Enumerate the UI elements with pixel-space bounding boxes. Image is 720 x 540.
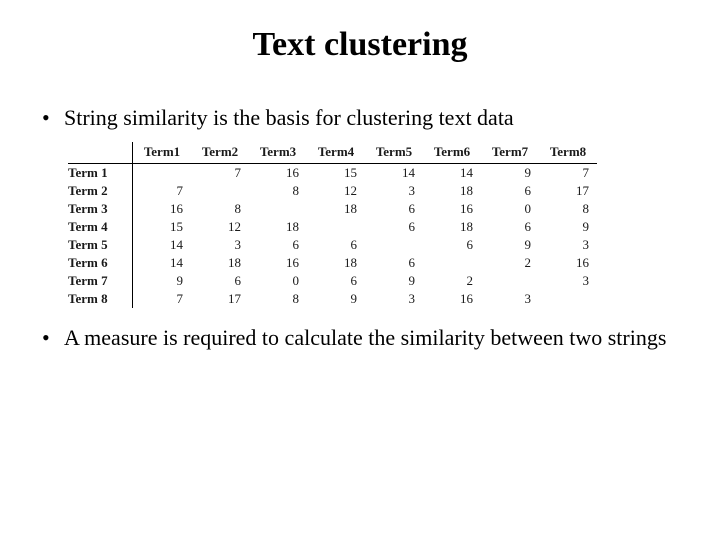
cell: 18 — [249, 218, 307, 236]
table-row: Term 4 15 12 18 6 18 6 9 — [68, 218, 597, 236]
cell — [307, 218, 365, 236]
table-row: Term 8 7 17 8 9 3 16 3 — [68, 290, 597, 308]
table-row: Term 1 7 16 15 14 14 9 7 — [68, 163, 597, 182]
col-header: Term4 — [307, 142, 365, 164]
col-header: Term2 — [191, 142, 249, 164]
cell: 12 — [191, 218, 249, 236]
cell: 16 — [423, 200, 481, 218]
row-header: Term 6 — [68, 254, 133, 272]
slide-title: Text clustering — [40, 26, 680, 64]
table-row: Term 5 14 3 6 6 6 9 3 — [68, 236, 597, 254]
cell — [423, 254, 481, 272]
row-header: Term 2 — [68, 182, 133, 200]
cell: 6 — [365, 254, 423, 272]
col-header: Term8 — [539, 142, 597, 164]
col-header: Term6 — [423, 142, 481, 164]
cell — [133, 163, 192, 182]
cell: 16 — [133, 200, 192, 218]
cell: 3 — [539, 236, 597, 254]
cell: 18 — [423, 218, 481, 236]
cell: 14 — [365, 163, 423, 182]
cell — [481, 272, 539, 290]
col-header: Term7 — [481, 142, 539, 164]
cell: 9 — [481, 163, 539, 182]
cell: 14 — [133, 254, 192, 272]
col-header: Term5 — [365, 142, 423, 164]
cell: 3 — [191, 236, 249, 254]
cell: 12 — [307, 182, 365, 200]
bullet-2: A measure is required to calculate the s… — [40, 324, 680, 352]
cell: 2 — [481, 254, 539, 272]
cell: 8 — [249, 182, 307, 200]
row-header: Term 5 — [68, 236, 133, 254]
cell: 3 — [365, 290, 423, 308]
cell: 15 — [307, 163, 365, 182]
cell: 16 — [423, 290, 481, 308]
cell: 16 — [249, 163, 307, 182]
table-row: Term 7 9 6 0 6 9 2 3 — [68, 272, 597, 290]
cell: 17 — [191, 290, 249, 308]
cell: 9 — [133, 272, 192, 290]
cell: 9 — [539, 218, 597, 236]
cell — [249, 200, 307, 218]
cell: 6 — [481, 182, 539, 200]
cell: 16 — [539, 254, 597, 272]
bullet-1: String similarity is the basis for clust… — [40, 104, 680, 132]
col-header: Term1 — [133, 142, 192, 164]
cell: 6 — [365, 218, 423, 236]
cell: 6 — [365, 200, 423, 218]
row-header: Term 7 — [68, 272, 133, 290]
cell: 14 — [133, 236, 192, 254]
cell — [539, 290, 597, 308]
cell: 6 — [249, 236, 307, 254]
cell: 0 — [481, 200, 539, 218]
cell: 6 — [423, 236, 481, 254]
row-header: Term 4 — [68, 218, 133, 236]
cell: 7 — [133, 290, 192, 308]
table-row: Term 3 16 8 18 6 16 0 8 — [68, 200, 597, 218]
cell: 18 — [307, 200, 365, 218]
col-header: Term3 — [249, 142, 307, 164]
row-header: Term 8 — [68, 290, 133, 308]
cell — [191, 182, 249, 200]
cell: 3 — [365, 182, 423, 200]
cell: 0 — [249, 272, 307, 290]
cell: 2 — [423, 272, 481, 290]
cell: 9 — [365, 272, 423, 290]
row-header: Term 1 — [68, 163, 133, 182]
cell: 8 — [249, 290, 307, 308]
cell: 3 — [539, 272, 597, 290]
cell: 14 — [423, 163, 481, 182]
cell — [365, 236, 423, 254]
cell: 3 — [481, 290, 539, 308]
cell: 9 — [481, 236, 539, 254]
cell: 18 — [307, 254, 365, 272]
table-row: Term 6 14 18 16 18 6 2 16 — [68, 254, 597, 272]
cell: 16 — [249, 254, 307, 272]
cell: 6 — [307, 236, 365, 254]
cell: 7 — [539, 163, 597, 182]
cell: 7 — [191, 163, 249, 182]
cell: 9 — [307, 290, 365, 308]
cell: 8 — [191, 200, 249, 218]
cell: 18 — [423, 182, 481, 200]
cell: 7 — [133, 182, 192, 200]
cell: 15 — [133, 218, 192, 236]
table-corner — [68, 142, 133, 164]
row-header: Term 3 — [68, 200, 133, 218]
cell: 6 — [191, 272, 249, 290]
table-row: Term 2 7 8 12 3 18 6 17 — [68, 182, 597, 200]
cell: 17 — [539, 182, 597, 200]
cell: 6 — [481, 218, 539, 236]
cell: 6 — [307, 272, 365, 290]
cell: 8 — [539, 200, 597, 218]
term-matrix-table: Term1 Term2 Term3 Term4 Term5 Term6 Term… — [68, 142, 680, 308]
cell: 18 — [191, 254, 249, 272]
